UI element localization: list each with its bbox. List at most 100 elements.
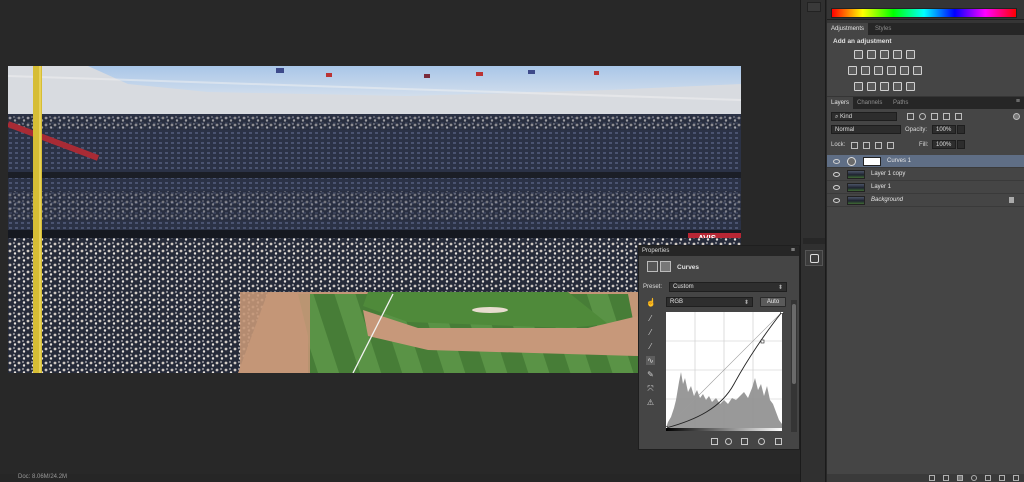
properties-panel-title: Properties [642, 248, 670, 254]
add-mask-icon[interactable] [957, 475, 963, 481]
adjustments-title: Add an adjustment [833, 38, 892, 45]
gradient-map-icon[interactable] [893, 82, 902, 91]
layers-footer [827, 474, 1024, 482]
blend-mode-select[interactable]: Normal [831, 125, 901, 134]
tab-styles[interactable]: Styles [871, 23, 895, 35]
lock-position-icon[interactable] [875, 142, 882, 149]
properties-panel-icon[interactable] [805, 250, 823, 266]
visibility-eye-icon[interactable] [833, 198, 840, 203]
properties-footer [639, 436, 799, 448]
posterize-icon[interactable] [867, 82, 876, 91]
new-adjustment-layer-icon[interactable] [971, 475, 977, 481]
filter-smart-object-icon[interactable] [955, 113, 962, 120]
filter-shape-icon[interactable] [943, 113, 950, 120]
fill-input[interactable]: 100% [932, 140, 956, 149]
vibrance-icon[interactable] [906, 50, 915, 59]
threshold-icon[interactable] [880, 82, 889, 91]
curve-point [760, 339, 765, 344]
opacity-input[interactable]: 100% [932, 125, 956, 134]
new-layer-icon[interactable] [999, 475, 1005, 481]
exposure-icon[interactable] [893, 50, 902, 59]
view-previous-state-icon[interactable] [725, 438, 732, 445]
smooth-curve-icon[interactable]: ⤧ [646, 384, 655, 393]
doc-size-info[interactable]: Doc: 8.06M/24.2M [18, 474, 67, 480]
color-spectrum[interactable] [831, 8, 1017, 18]
channel-select[interactable]: RGB ⬍ [666, 297, 753, 307]
adjustment-icons-row-2 [848, 66, 922, 75]
curves-icon[interactable] [880, 50, 889, 59]
filter-type-icon[interactable] [931, 113, 938, 120]
layer-thumbnail [847, 170, 865, 179]
photo-filter-icon[interactable] [887, 66, 896, 75]
layer-name: Layer 1 [871, 184, 892, 190]
dock-expand-button[interactable] [807, 2, 821, 12]
reset-icon[interactable] [741, 438, 748, 445]
hue-saturation-icon[interactable] [848, 66, 857, 75]
layer-name: Background [871, 197, 904, 203]
auto-button[interactable]: Auto [760, 297, 786, 307]
channel-mixer-icon[interactable] [900, 66, 909, 75]
chevron-down-icon: ⬍ [777, 285, 783, 291]
color-lookup-icon[interactable] [913, 66, 922, 75]
selective-color-icon[interactable] [906, 82, 915, 91]
filter-kind-select[interactable]: ⌕ Kind [831, 112, 897, 121]
visibility-eye-icon[interactable] [833, 159, 840, 164]
new-group-icon[interactable] [985, 475, 991, 481]
fill-dropdown[interactable] [957, 140, 965, 149]
layer-mask-icon[interactable] [660, 261, 671, 272]
visibility-eye-icon[interactable] [758, 438, 765, 445]
lock-all-icon[interactable] [887, 142, 894, 149]
layer-thumbnail [847, 183, 865, 192]
opacity-dropdown[interactable] [957, 125, 965, 134]
layer-row-background[interactable]: Background [827, 194, 1024, 207]
color-balance-icon[interactable] [861, 66, 870, 75]
invert-icon[interactable] [854, 82, 863, 91]
link-layers-icon[interactable] [929, 475, 935, 481]
target-adjust-icon[interactable]: ☝ [646, 298, 656, 307]
lock-label: Lock: [831, 142, 846, 148]
visibility-eye-icon[interactable] [833, 185, 840, 190]
layer-row-curves-1[interactable]: Curves 1 [827, 155, 1024, 168]
preset-label: Preset: [643, 284, 663, 290]
filter-pixel-icon[interactable] [907, 113, 914, 120]
tab-channels[interactable]: Channels [853, 97, 886, 109]
lock-pixels-icon[interactable] [863, 142, 870, 149]
layer-row-layer-1-copy[interactable]: Layer 1 copy [827, 168, 1024, 181]
properties-panel-header[interactable]: Properties ≡ [639, 246, 799, 256]
tab-adjustments[interactable]: Adjustments [827, 23, 869, 35]
properties-scrollbar[interactable] [791, 300, 797, 432]
gray-point-eyedropper-icon[interactable]: ⁄ [646, 328, 655, 337]
opacity-label: Opacity: [905, 127, 928, 133]
filter-adjustment-icon[interactable] [919, 113, 926, 120]
trash-icon[interactable] [775, 438, 782, 445]
black-point-eyedropper-icon[interactable]: ⁄ [646, 314, 655, 323]
visibility-eye-icon[interactable] [833, 172, 840, 177]
adjustment-icons-row-3 [854, 82, 915, 91]
layer-mask-thumb[interactable] [863, 157, 881, 166]
layer-filter-row: ⌕ Kind [827, 111, 1024, 123]
curves-graph[interactable] [666, 312, 788, 432]
trash-icon[interactable] [1013, 475, 1019, 481]
collapsed-panel-dock [800, 0, 826, 482]
clipping-warning-icon[interactable]: ⚠ [646, 398, 655, 407]
adjustments-panel: Adjustments Styles Add an adjustment [827, 23, 1024, 96]
clip-to-layer-icon[interactable] [711, 438, 718, 445]
black-white-icon[interactable] [874, 66, 883, 75]
tab-paths[interactable]: Paths [889, 97, 912, 109]
curve-point-tool-icon[interactable]: ∿ [646, 356, 655, 365]
tab-layers[interactable]: Layers [827, 97, 854, 109]
brightness-contrast-icon[interactable] [854, 50, 863, 59]
layer-row-layer-1[interactable]: Layer 1 [827, 181, 1024, 194]
dock-grip[interactable] [803, 238, 825, 244]
lock-transparency-icon[interactable] [851, 142, 858, 149]
preset-select[interactable]: Custom ⬍ [669, 282, 787, 292]
pencil-draw-icon[interactable]: ✎ [646, 370, 655, 379]
levels-icon[interactable] [867, 50, 876, 59]
panel-menu-icon[interactable]: ≡ [1016, 98, 1020, 105]
layer-style-icon[interactable] [943, 475, 949, 481]
filter-toggle-icon[interactable] [1013, 113, 1020, 120]
document-canvas-image[interactable]: AVIS [8, 66, 741, 373]
panel-menu-icon[interactable]: ≡ [791, 247, 795, 254]
filter-kind-value: Kind [840, 114, 853, 120]
white-point-eyedropper-icon[interactable]: ⁄ [646, 342, 655, 351]
